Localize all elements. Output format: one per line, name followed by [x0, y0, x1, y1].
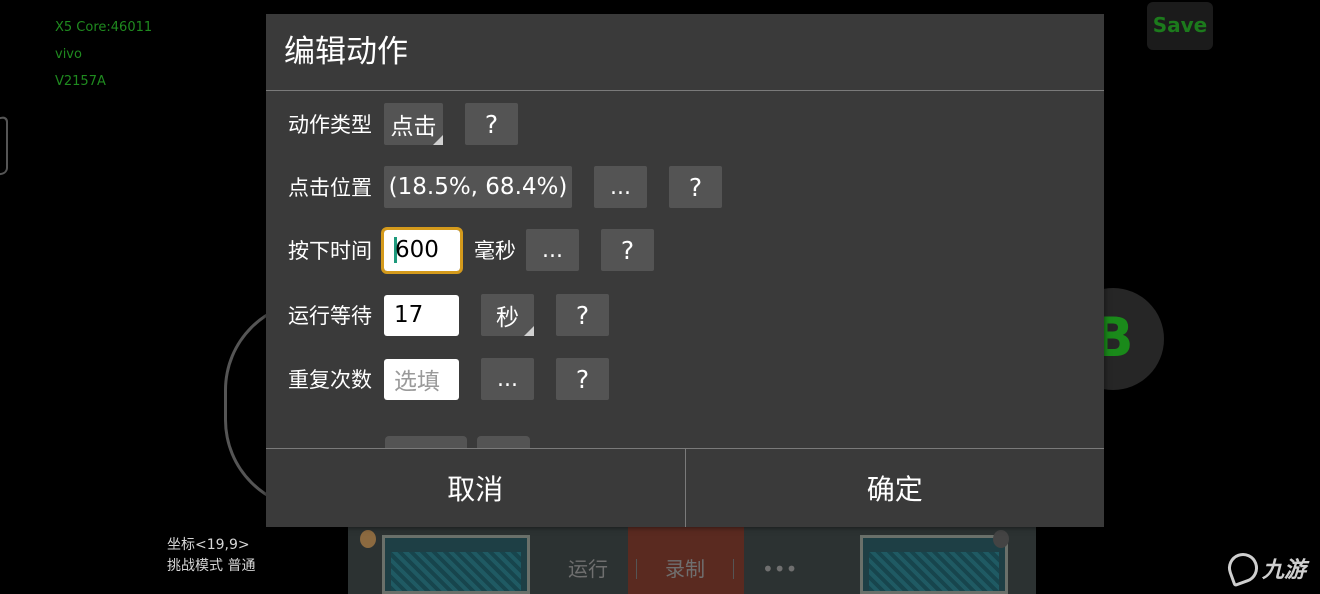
press-time-input[interactable]: 600	[381, 226, 463, 274]
next-row-field[interactable]	[385, 436, 467, 448]
map-tile-right	[860, 535, 1008, 594]
device-info: X5 Core:46011 vivo V2157A	[55, 14, 152, 95]
click-position-pick-button[interactable]: ...	[594, 166, 647, 208]
action-type-label: 动作类型	[288, 113, 372, 137]
record-button[interactable]: 录制	[637, 550, 733, 588]
macro-toolbar: 运行 录制 •••	[540, 550, 825, 588]
repeat-count-row: 重复次数 选填 ... ?	[288, 356, 609, 402]
click-position-row: 点击位置 (18.5%, 68.4%) ... ?	[288, 164, 722, 210]
edit-action-dialog: 编辑动作 动作类型 点击 ? 点击位置 (18.5%, 68.4%) ... ?…	[266, 14, 1104, 527]
repeat-count-help-button[interactable]: ?	[556, 358, 609, 400]
press-time-value: 600	[395, 237, 439, 263]
action-type-row: 动作类型 点击 ?	[288, 101, 518, 147]
run-wait-unit-select[interactable]: 秒	[481, 294, 534, 336]
dialog-footer: 取消 确定	[266, 449, 1104, 527]
cancel-button[interactable]: 取消	[266, 449, 685, 527]
press-time-row: 按下时间 600 毫秒 ... ?	[288, 226, 654, 274]
device-info-brand: vivo	[55, 47, 82, 62]
click-position-label: 点击位置	[288, 176, 372, 200]
dialog-content[interactable]: 动作类型 点击 ? 点击位置 (18.5%, 68.4%) ... ? 按下时间…	[266, 91, 1104, 448]
action-type-select[interactable]: 点击	[384, 103, 443, 145]
run-wait-help-button[interactable]: ?	[556, 294, 609, 336]
npc-character	[993, 530, 1009, 548]
run-wait-row: 运行等待 17 秒 ?	[288, 292, 609, 338]
dialog-title: 编辑动作	[284, 34, 408, 70]
player-character	[360, 530, 376, 548]
more-button[interactable]: •••	[734, 550, 825, 588]
click-position-help-button[interactable]: ?	[669, 166, 722, 208]
repeat-count-input[interactable]: 选填	[384, 358, 459, 400]
next-row-button[interactable]	[477, 436, 530, 448]
run-wait-input[interactable]: 17	[384, 294, 459, 336]
press-time-unit: 毫秒	[474, 239, 516, 263]
game-status: 坐标<19,9> 挑战模式 普通	[167, 535, 255, 577]
watermark-logo-icon	[1223, 548, 1263, 588]
repeat-count-label: 重复次数	[288, 368, 372, 392]
watermark: 九游	[1223, 548, 1307, 588]
device-info-core: X5 Core:46011	[55, 20, 153, 35]
repeat-count-placeholder: 选填	[394, 369, 440, 395]
press-time-more-button[interactable]: ...	[526, 229, 579, 271]
click-position-value-button[interactable]: (18.5%, 68.4%)	[384, 166, 572, 208]
left-hud-hexagon	[0, 115, 8, 179]
action-type-help-button[interactable]: ?	[465, 103, 518, 145]
map-tile-left	[382, 535, 530, 594]
device-info-model: V2157A	[55, 74, 106, 89]
mode-label: 挑战模式 普通	[167, 558, 256, 574]
run-wait-label: 运行等待	[288, 304, 372, 328]
repeat-count-more-button[interactable]: ...	[481, 358, 534, 400]
game-save-button[interactable]: Save	[1147, 2, 1213, 50]
watermark-text: 九游	[1262, 558, 1307, 583]
press-time-help-button[interactable]: ?	[601, 229, 654, 271]
run-button[interactable]: 运行	[540, 550, 636, 588]
coords-label: 坐标<19,9>	[167, 537, 250, 553]
confirm-button[interactable]: 确定	[686, 449, 1105, 527]
press-time-label: 按下时间	[288, 239, 372, 263]
